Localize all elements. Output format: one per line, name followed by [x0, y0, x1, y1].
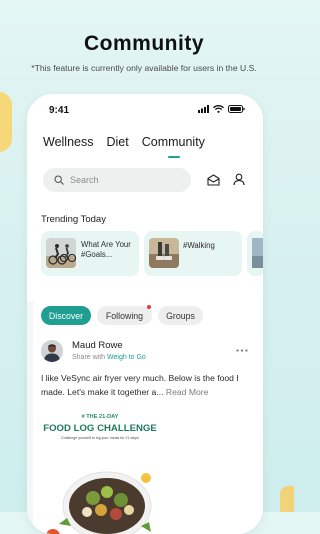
promo-disclaimer: *This feature is currently only availabl… [31, 63, 257, 73]
notification-dot [147, 305, 151, 309]
trending-thumbnail-walking [149, 238, 179, 268]
post-body: I like VeSync air fryer very much. Below… [41, 372, 255, 399]
search-input[interactable]: Search [43, 168, 191, 192]
tab-community[interactable]: Community [141, 135, 205, 158]
trending-title: Trending Today [41, 214, 106, 225]
avatar-image [41, 340, 63, 362]
status-time: 9:41 [49, 105, 70, 116]
user-profile-icon[interactable] [233, 173, 245, 186]
app-header: 9:41 Wellness Diet Community Search Tren… [27, 94, 263, 302]
trending-section: Trending Today What Are Your #Goals... #… [33, 202, 263, 280]
active-tab-indicator [167, 156, 180, 158]
more-options-icon[interactable] [236, 349, 248, 352]
phone-screen: 9:41 Wellness Diet Community Search Tren… [27, 94, 263, 534]
filter-groups-button[interactable]: Groups [158, 306, 203, 325]
trending-card-partial[interactable] [247, 231, 263, 276]
food-plate-image [46, 471, 152, 534]
cycling-image [46, 238, 76, 268]
filter-following-button[interactable]: Following [97, 306, 152, 325]
inbox-icon[interactable] [207, 174, 220, 186]
trending-card-text: What Are Your #Goals... [81, 240, 131, 259]
search-icon [54, 175, 64, 185]
promo-headline: Community [84, 32, 204, 55]
trending-card-text: #Walking [183, 241, 215, 250]
decorative-shape-left [0, 92, 12, 152]
read-more-link[interactable]: Read More [166, 387, 209, 397]
share-prefix: Share with [72, 354, 106, 361]
walking-image [149, 238, 179, 268]
avatar[interactable] [41, 340, 63, 362]
trending-thumbnail-cycling [46, 238, 76, 268]
signal-icon [198, 105, 209, 113]
share-group-link[interactable]: Weigh to Go [107, 354, 146, 361]
trending-thumbnail-partial [252, 238, 263, 268]
status-icons [198, 105, 245, 113]
trending-card-goals[interactable]: What Are Your #Goals... [41, 231, 139, 276]
wifi-icon [213, 105, 224, 113]
decorative-shape-right [280, 486, 294, 512]
post-share-line: Share with Weigh to Go [72, 354, 146, 361]
tab-diet[interactable]: Diet [106, 135, 128, 149]
search-placeholder: Search [70, 175, 99, 185]
trending-card-walking[interactable]: #Walking [144, 231, 242, 276]
tab-wellness[interactable]: Wellness [43, 135, 93, 149]
post-text: I like VeSync air fryer very much. Below… [41, 373, 239, 397]
post-image[interactable]: # THE 21-DAY FOOD LOG CHALLENGE Challeng… [41, 406, 159, 534]
filter-discover-button[interactable]: Discover [41, 306, 91, 325]
battery-icon [228, 105, 245, 113]
tab-community-label: Community [141, 135, 205, 149]
post-author[interactable]: Maud Rowe [72, 340, 123, 351]
community-feed: Discover Following Groups Maud Rowe Shar… [33, 294, 263, 534]
main-tabs: Wellness Diet Community [43, 135, 205, 158]
